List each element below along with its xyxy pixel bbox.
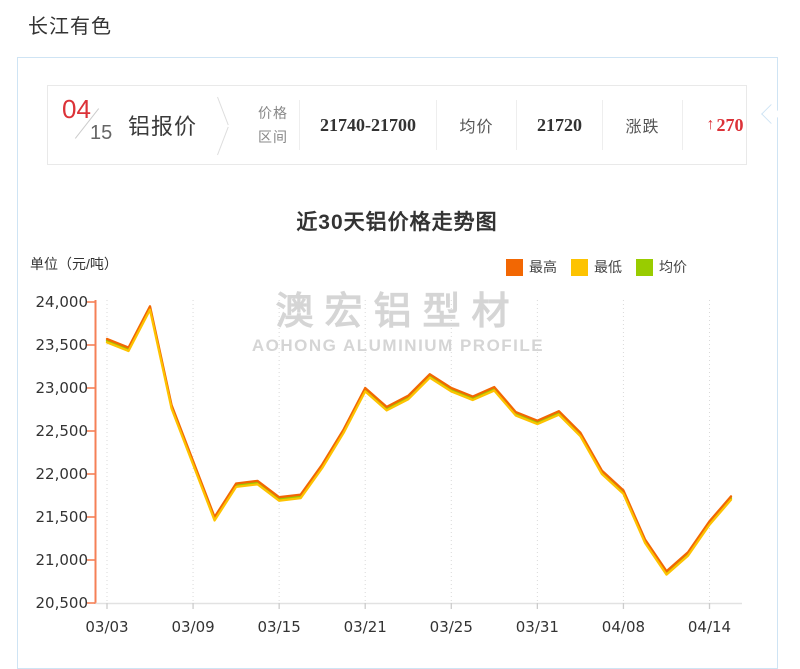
change-label: 涨跌 xyxy=(602,100,682,150)
y-tick-label: 22,000 xyxy=(26,465,88,483)
high-series-swatch xyxy=(506,259,523,276)
x-tick-label: 03/09 xyxy=(158,618,228,636)
low-series-swatch xyxy=(571,259,588,276)
x-tick-label: 03/31 xyxy=(502,618,572,636)
y-tick-label: 21,500 xyxy=(26,508,88,526)
watermark-english: AOHONG ALUMINIUM PROFILE xyxy=(98,336,698,356)
quote-month: 04 xyxy=(62,96,91,122)
price-range-value: 21740-21700 xyxy=(299,100,436,150)
price-range-label: 价格 区间 xyxy=(247,101,299,149)
x-tick-label: 03/03 xyxy=(72,618,142,636)
change-amount: 270 xyxy=(717,115,744,136)
x-tick-label: 03/15 xyxy=(244,618,314,636)
y-tick-label: 22,500 xyxy=(26,422,88,440)
x-tick-label: 03/25 xyxy=(416,618,486,636)
quote-day: 15 xyxy=(90,122,112,145)
average-price-value: 21720 xyxy=(516,100,602,150)
watermark: 澳宏铝型材 AOHONG ALUMINIUM PROFILE xyxy=(98,291,698,356)
up-arrow-icon: ↑ xyxy=(707,116,715,134)
product-name: 铝报价 xyxy=(128,109,197,141)
legend-item-average: 均价 xyxy=(636,257,687,277)
chevron-right-icon xyxy=(213,96,235,154)
aluminum-quote-bar[interactable]: 04 15 铝报价 价格 区间 21740-21700 均价 21720 涨跌 … xyxy=(47,85,747,165)
change-value: ↑ 270 xyxy=(682,100,767,150)
y-tick-label: 23,000 xyxy=(26,379,88,397)
watermark-chinese: 澳宏铝型材 xyxy=(98,291,698,333)
legend-item-high: 最高 xyxy=(506,257,557,277)
average-price-label: 均价 xyxy=(436,100,516,150)
page-title: 长江有色 xyxy=(28,10,112,39)
y-tick-label: 23,500 xyxy=(26,336,88,354)
chart-title: 近30天铝价格走势图 xyxy=(17,206,777,236)
chart-legend: 最高 最低 均价 xyxy=(506,257,701,277)
quote-date: 04 15 xyxy=(60,96,122,154)
legend-item-low: 最低 xyxy=(571,257,622,277)
x-tick-label: 04/14 xyxy=(675,618,745,636)
y-tick-label: 21,000 xyxy=(26,551,88,569)
y-tick-label: 24,000 xyxy=(26,293,88,311)
y-tick-label: 20,500 xyxy=(26,594,88,612)
average-series-swatch xyxy=(636,259,653,276)
axis-unit-label: 单位（元/吨） xyxy=(30,254,118,274)
x-tick-label: 04/08 xyxy=(588,618,658,636)
x-tick-label: 03/21 xyxy=(330,618,400,636)
